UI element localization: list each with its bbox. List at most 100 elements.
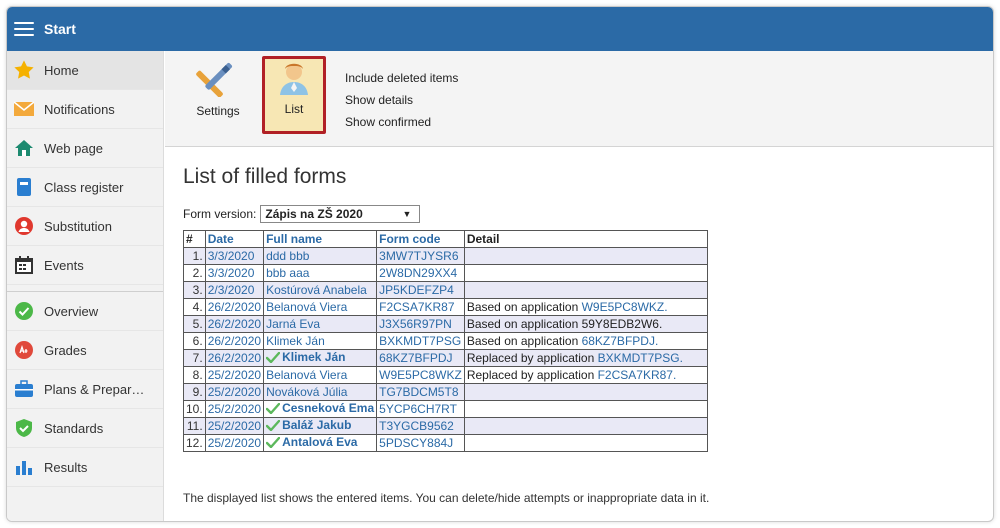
row-number-cell: 4. xyxy=(183,298,206,316)
full-name-cell[interactable]: Antalová Eva xyxy=(263,434,378,452)
date-cell[interactable]: 3/3/2020 xyxy=(204,247,265,265)
form-code-cell[interactable]: 5PDSCY884J xyxy=(376,434,465,452)
table-row[interactable]: 3. 2/3/2020 Kostúrová Anabela JP5KDEFZP4 xyxy=(183,281,708,299)
sidebar-item-results[interactable]: Results xyxy=(7,448,163,487)
full-name-text: Belanová Viera xyxy=(266,368,348,382)
form-code-cell[interactable]: 68KZ7BFPDJ xyxy=(376,349,465,367)
table-row[interactable]: 11. 25/2/2020 Baláž Jakub T3YGCB9562 xyxy=(183,417,708,435)
full-name-text: Kostúrová Anabela xyxy=(266,283,367,297)
show-confirmed-option[interactable]: Show confirmed xyxy=(345,111,458,133)
sidebar-divider xyxy=(7,285,163,292)
table-row[interactable]: 4. 26/2/2020 Belanová Viera F2CSA7KR87 Based… xyxy=(183,298,708,316)
table-row[interactable]: 10. 25/2/2020 Cesneková Ema 5YCP6CH7RT xyxy=(183,400,708,418)
table-row[interactable]: 5. 26/2/2020 Jarná Eva J3X56R97PN Based on a… xyxy=(183,315,708,333)
sidebar-item-plans[interactable]: Plans & Prepar… xyxy=(7,370,163,409)
sidebar-item-events[interactable]: Events xyxy=(7,246,163,285)
form-version-label: Form version: xyxy=(183,207,257,221)
detail-link[interactable]: F2CSA7KR87. xyxy=(598,368,677,382)
form-code-cell[interactable]: F2CSA7KR87 xyxy=(376,298,465,316)
form-code-cell[interactable]: 5YCP6CH7RT xyxy=(376,400,465,418)
detail-cell xyxy=(463,434,708,452)
form-code-cell[interactable]: J3X56R97PN xyxy=(376,315,465,333)
detail-cell xyxy=(463,281,708,299)
forms-table-body: 1. 3/3/2020 ddd bbb 3MW7TJYSR6 2. 3/3/2020 bbb… xyxy=(183,247,708,452)
full-name-cell[interactable]: bbb aaa xyxy=(263,264,378,282)
row-number-cell: 12. xyxy=(183,434,206,452)
show-details-option[interactable]: Show details xyxy=(345,89,458,111)
form-code-cell[interactable]: T3YGCB9562 xyxy=(376,417,465,435)
table-row[interactable]: 1. 3/3/2020 ddd bbb 3MW7TJYSR6 xyxy=(183,247,708,265)
sidebar-item-substitution[interactable]: Substitution xyxy=(7,207,163,246)
date-cell[interactable]: 25/2/2020 xyxy=(204,400,265,418)
shield-check-icon xyxy=(13,417,35,439)
full-name-cell[interactable]: Nováková Júlia xyxy=(263,383,378,401)
sidebar-item-web-page[interactable]: Web page xyxy=(7,129,163,168)
full-name-cell[interactable]: Cesneková Ema xyxy=(263,400,378,418)
form-code-cell[interactable]: W9E5PC8WKZ xyxy=(376,366,465,384)
include-deleted-option[interactable]: Include deleted items xyxy=(345,67,458,89)
date-cell[interactable]: 3/3/2020 xyxy=(204,264,265,282)
list-button[interactable]: List xyxy=(262,56,326,134)
date-cell[interactable]: 26/2/2020 xyxy=(204,315,265,333)
full-name-cell[interactable]: Belanová Viera xyxy=(263,298,378,316)
sidebar-item-label: Notifications xyxy=(44,101,115,117)
table-row[interactable]: 9. 25/2/2020 Nováková Júlia TG7BDCM5T8 xyxy=(183,383,708,401)
table-row[interactable]: 8. 25/2/2020 Belanová Viera W9E5PC8WKZ Repla… xyxy=(183,366,708,384)
detail-cell xyxy=(463,417,708,435)
row-number-cell: 8. xyxy=(183,366,206,384)
toolbar-options: Include deleted items Show details Show … xyxy=(345,67,458,133)
column-header-date[interactable]: Date xyxy=(204,230,265,248)
date-cell[interactable]: 26/2/2020 xyxy=(204,298,265,316)
form-code-cell[interactable]: JP5KDEFZP4 xyxy=(376,281,465,299)
column-header-form-code[interactable]: Form code xyxy=(376,230,465,248)
form-code-cell[interactable]: 2W8DN29XX4 xyxy=(376,264,465,282)
detail-link[interactable]: 68KZ7BFPDJ. xyxy=(582,334,659,348)
detail-cell xyxy=(463,400,708,418)
date-cell[interactable]: 25/2/2020 xyxy=(204,366,265,384)
settings-button[interactable]: Settings xyxy=(189,57,247,133)
sidebar-item-home[interactable]: Home xyxy=(7,51,163,90)
full-name-cell[interactable]: Klimek Ján xyxy=(263,349,378,367)
full-name-cell[interactable]: Baláž Jakub xyxy=(263,417,378,435)
settings-icon xyxy=(196,62,240,100)
table-header-row: # Date Full name Form code Detail xyxy=(183,230,708,248)
date-cell[interactable]: 25/2/2020 xyxy=(204,417,265,435)
table-row[interactable]: 2. 3/3/2020 bbb aaa 2W8DN29XX4 xyxy=(183,264,708,282)
form-version-select[interactable]: Zápis na ZŠ 2020 ▼ xyxy=(260,205,421,223)
sidebar-item-standards[interactable]: Standards xyxy=(7,409,163,448)
date-cell[interactable]: 26/2/2020 xyxy=(204,332,265,350)
full-name-cell[interactable]: Klimek Ján xyxy=(263,332,378,350)
top-bar-title[interactable]: Start xyxy=(44,21,76,37)
form-code-cell[interactable]: BXKMDT7PSG xyxy=(376,332,465,350)
menu-icon[interactable] xyxy=(14,22,34,36)
date-cell[interactable]: 2/3/2020 xyxy=(204,281,265,299)
table-row[interactable]: 6. 26/2/2020 Klimek Ján BXKMDT7PSG Based on … xyxy=(183,332,708,350)
date-cell[interactable]: 26/2/2020 xyxy=(204,349,265,367)
row-number-cell: 7. xyxy=(183,349,206,367)
date-cell[interactable]: 25/2/2020 xyxy=(204,434,265,452)
column-header-full-name[interactable]: Full name xyxy=(263,230,378,248)
full-name-cell[interactable]: ddd bbb xyxy=(263,247,378,265)
detail-cell: Based on application 68KZ7BFPDJ. xyxy=(463,332,708,350)
detail-link[interactable]: W9E5PC8WKZ. xyxy=(582,300,668,314)
detail-link[interactable]: BXKMDT7PSG. xyxy=(598,351,683,365)
row-number-cell: 3. xyxy=(183,281,206,299)
full-name-cell[interactable]: Kostúrová Anabela xyxy=(263,281,378,299)
app-window: Start Home Notifications Web page Class … xyxy=(6,6,994,522)
sidebar-item-overview[interactable]: Overview xyxy=(7,292,163,331)
sidebar-item-grades[interactable]: Grades xyxy=(7,331,163,370)
full-name-cell[interactable]: Belanová Viera xyxy=(263,366,378,384)
detail-cell: Based on application 59Y8EDB2W6. xyxy=(463,315,708,333)
full-name-text: Klimek Ján xyxy=(266,334,325,348)
table-row[interactable]: 7. 26/2/2020 Klimek Ján 68KZ7BFPDJ Replaced … xyxy=(183,349,708,367)
form-code-cell[interactable]: 3MW7TJYSR6 xyxy=(376,247,465,265)
full-name-cell[interactable]: Jarná Eva xyxy=(263,315,378,333)
detail-cell xyxy=(463,264,708,282)
table-row[interactable]: 12. 25/2/2020 Antalová Eva 5PDSCY884J xyxy=(183,434,708,452)
form-code-cell[interactable]: TG7BDCM5T8 xyxy=(376,383,465,401)
date-cell[interactable]: 25/2/2020 xyxy=(204,383,265,401)
sidebar-item-class-register[interactable]: Class register xyxy=(7,168,163,207)
user-list-icon xyxy=(274,63,314,102)
calendar-icon xyxy=(13,254,35,276)
sidebar-item-notifications[interactable]: Notifications xyxy=(7,90,163,129)
